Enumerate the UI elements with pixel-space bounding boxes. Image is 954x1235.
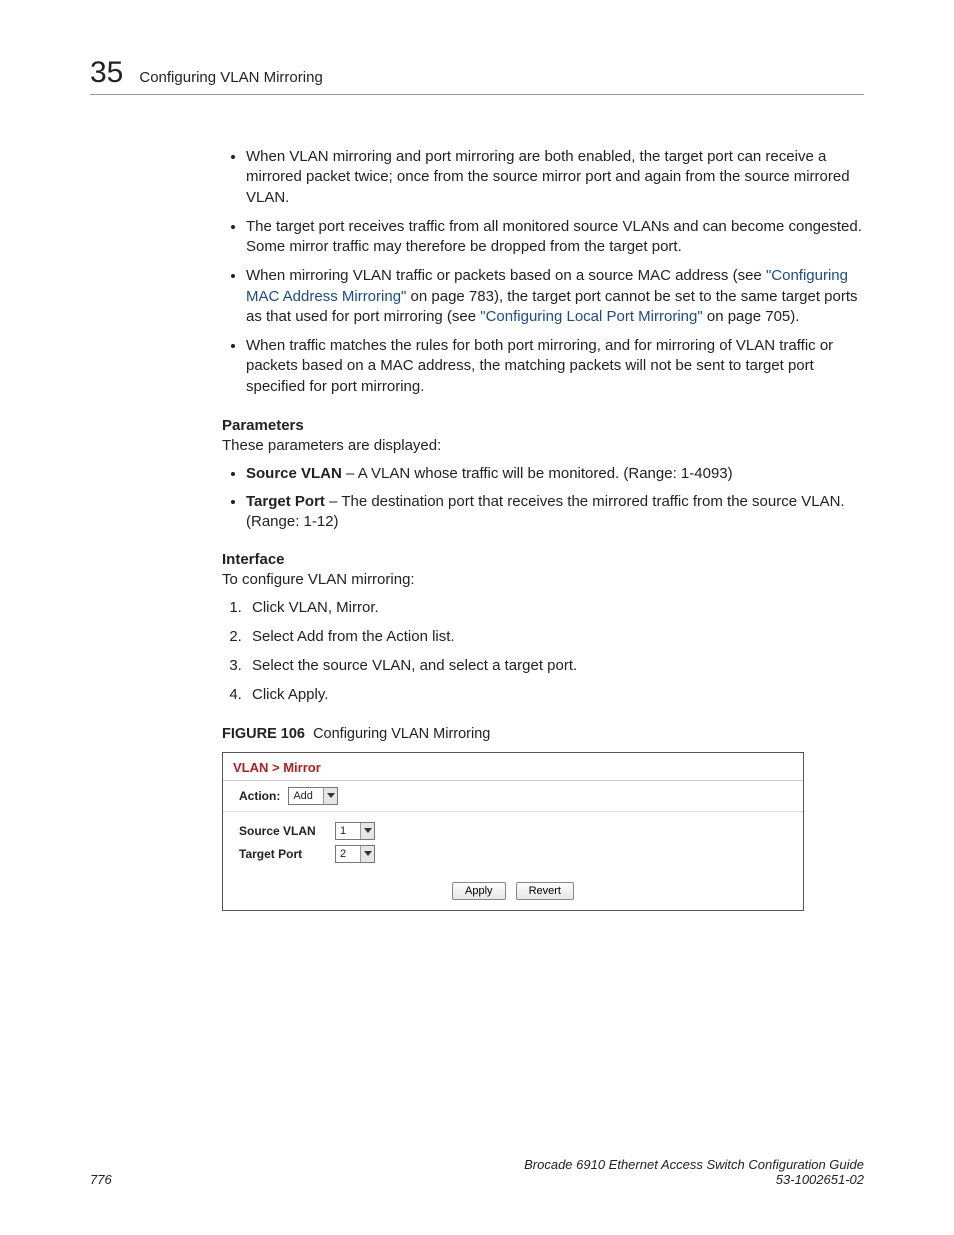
parameters-list: Source VLAN – A VLAN whose traffic will … [222,464,864,533]
form-row: Source VLAN 1 [239,822,787,840]
step-item: Click VLAN, Mirror. [246,598,864,618]
param-desc: – The destination port that receives the… [246,493,845,530]
step-item: Click Apply. [246,685,864,705]
breadcrumb: VLAN > Mirror [223,753,803,781]
figure-caption: FIGURE 106 Configuring VLAN Mirroring [222,726,864,742]
page-header: 35 Configuring VLAN Mirroring [90,56,864,95]
notes-list: When VLAN mirroring and port mirroring a… [222,147,864,397]
param-name: Source VLAN [246,465,342,482]
target-port-label: Target Port [239,847,335,861]
step-item: Select Add from the Action list. [246,627,864,647]
button-row: Apply Revert [223,878,803,910]
param-name: Target Port [246,493,325,510]
param-desc: – A VLAN whose traffic will be monitored… [342,465,733,482]
steps-list: Click VLAN, Mirror. Select Add from the … [222,598,864,706]
text: When mirroring VLAN traffic or packets b… [246,267,766,284]
form-row: Target Port 2 [239,845,787,863]
chevron-down-icon [360,823,374,839]
text: on page 705). [703,308,800,325]
section-heading-interface: Interface [222,551,864,568]
action-label: Action: [239,789,280,803]
note-item: The target port receives traffic from al… [246,217,864,258]
source-vlan-dropdown[interactable]: 1 [335,822,375,840]
target-port-dropdown[interactable]: 2 [335,845,375,863]
parameter-item: Source VLAN – A VLAN whose traffic will … [246,464,864,484]
content: When VLAN mirroring and port mirroring a… [90,147,864,911]
footer-right: Brocade 6910 Ethernet Access Switch Conf… [524,1157,864,1187]
config-panel: VLAN > Mirror Action: Add Source VLAN 1 [222,752,804,911]
dropdown-value: 2 [340,848,352,860]
chapter-number: 35 [90,56,123,90]
section-heading-parameters: Parameters [222,417,864,434]
note-item: When mirroring VLAN traffic or packets b… [246,266,864,327]
xref-link[interactable]: "Configuring Local Port Mirroring" [480,308,702,325]
note-item: When VLAN mirroring and port mirroring a… [246,147,864,208]
form-body: Source VLAN 1 Target Port 2 [223,812,803,878]
dropdown-value: Add [293,790,319,802]
figure-title: Configuring VLAN Mirroring [313,726,490,742]
doc-number: 53-1002651-02 [524,1172,864,1187]
step-item: Select the source VLAN, and select a tar… [246,656,864,676]
action-dropdown[interactable]: Add [288,787,338,805]
parameters-intro: These parameters are displayed: [222,437,864,454]
note-item: When traffic matches the rules for both … [246,336,864,397]
figure-number: FIGURE 106 [222,726,305,742]
parameter-item: Target Port – The destination port that … [246,492,864,533]
dropdown-value: 1 [340,825,352,837]
revert-button[interactable]: Revert [516,882,574,900]
chevron-down-icon [323,788,337,804]
action-row: Action: Add [223,781,803,812]
book-title: Brocade 6910 Ethernet Access Switch Conf… [524,1157,864,1172]
apply-button[interactable]: Apply [452,882,506,900]
interface-intro: To configure VLAN mirroring: [222,571,864,588]
page-footer: 776 Brocade 6910 Ethernet Access Switch … [90,1157,864,1187]
header-title: Configuring VLAN Mirroring [139,69,322,86]
page-number: 776 [90,1172,112,1187]
source-vlan-label: Source VLAN [239,824,335,838]
chevron-down-icon [360,846,374,862]
